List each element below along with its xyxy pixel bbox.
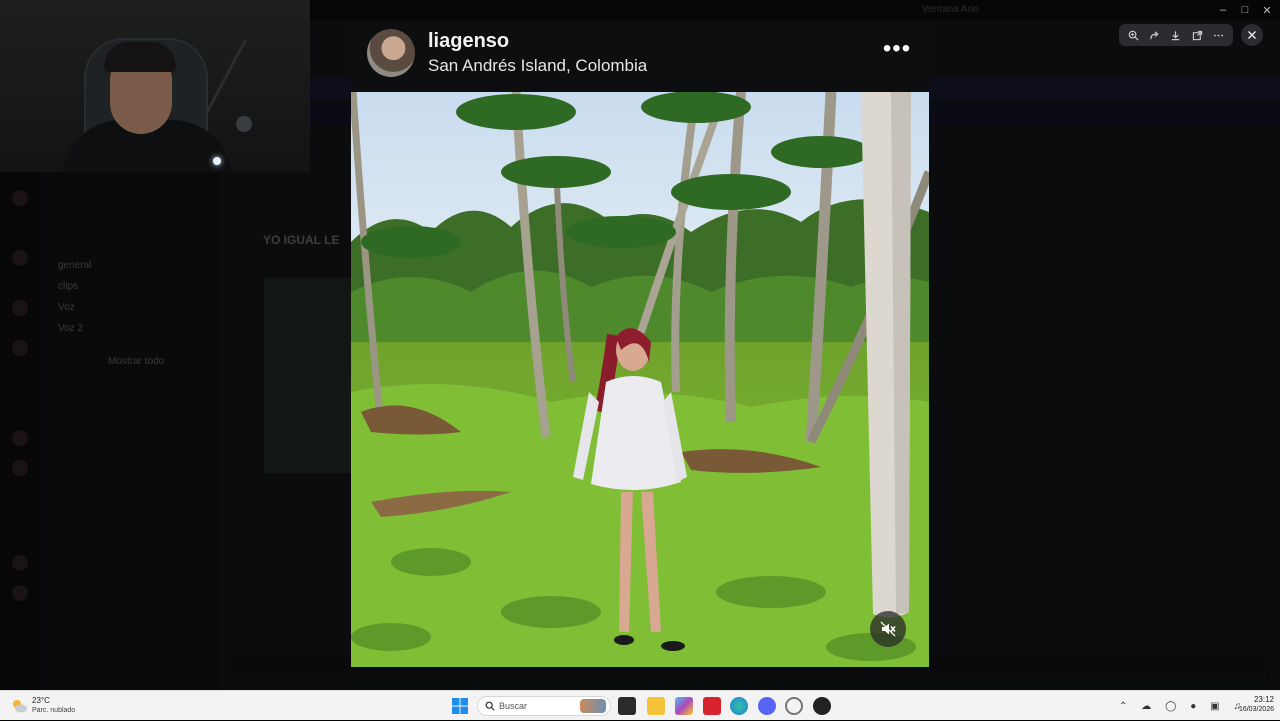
- download-icon[interactable]: [1168, 27, 1184, 43]
- weather-description: Parc. nublado: [32, 707, 76, 714]
- chat-heading: YO IGUAL LE: [263, 233, 340, 247]
- taskbar: 23°C Parc. nublado Buscar ⌃ ☁ ◯ ● ▣ ♫ 23…: [0, 690, 1280, 720]
- shield-icon[interactable]: ◯: [1165, 701, 1176, 712]
- zoom-in-icon[interactable]: [1126, 27, 1142, 43]
- office-icon[interactable]: [703, 697, 721, 715]
- edge-icon[interactable]: [730, 697, 748, 715]
- copilot-icon[interactable]: [675, 697, 693, 715]
- clock[interactable]: 23:12 16/03/2026: [1226, 695, 1274, 715]
- more-horizontal-icon[interactable]: •••: [880, 37, 914, 64]
- window-controls: – □ ✕: [1210, 2, 1280, 18]
- chevron-up-icon[interactable]: ⌃: [1119, 701, 1127, 712]
- channel-voice-2: Voz 2: [58, 323, 84, 334]
- network-icon[interactable]: ▣: [1210, 701, 1219, 712]
- show-all-link: Mostrar todo: [108, 356, 165, 367]
- weather-temperature: 23°C: [32, 696, 50, 705]
- channel-list: [40, 170, 220, 690]
- post-location[interactable]: San Andrés Island, Colombia: [428, 56, 647, 76]
- task-view-icon[interactable]: [618, 697, 636, 715]
- start-button[interactable]: [451, 697, 469, 715]
- volume-muted-icon: [880, 621, 896, 637]
- weather-widget[interactable]: 23°C Parc. nublado: [10, 694, 90, 718]
- share-icon[interactable]: [1147, 27, 1163, 43]
- channel-clips: clips: [58, 281, 79, 292]
- clock-time: 23:12: [1253, 695, 1274, 704]
- minimize-icon[interactable]: –: [1216, 3, 1230, 17]
- window-close-icon[interactable]: ✕: [1260, 3, 1274, 17]
- clock-date: 16/03/2026: [1238, 706, 1274, 713]
- open-external-icon[interactable]: [1189, 27, 1205, 43]
- onedrive-icon[interactable]: ☁: [1141, 701, 1151, 712]
- partly-cloudy-icon: [13, 700, 27, 713]
- channel-voice-1: Voz: [58, 302, 75, 313]
- background-title-bar: Ventana Ario: [310, 0, 1280, 20]
- avatar[interactable]: [367, 29, 415, 77]
- maximize-icon[interactable]: □: [1238, 3, 1252, 17]
- app-icon[interactable]: [785, 697, 803, 715]
- viewer-toolbar: [1119, 24, 1233, 46]
- microphone-icon[interactable]: ●: [1190, 701, 1196, 712]
- file-explorer-icon[interactable]: [647, 697, 665, 715]
- chat-image-thumb: [264, 278, 352, 473]
- taskbar-search[interactable]: Buscar: [477, 696, 611, 716]
- post-photo: [351, 92, 929, 667]
- obs-icon[interactable]: [813, 697, 831, 715]
- post-username[interactable]: liagenso: [428, 30, 509, 53]
- channel-general: general: [58, 260, 92, 271]
- close-icon: [1248, 31, 1256, 39]
- more-icon[interactable]: [1210, 27, 1226, 43]
- window-title: Ventana Ario: [922, 4, 979, 15]
- search-placeholder: Buscar: [499, 701, 528, 711]
- search-highlight-image: [580, 699, 606, 713]
- mute-button[interactable]: [870, 611, 906, 647]
- search-icon: [485, 701, 495, 711]
- discord-icon[interactable]: [758, 697, 776, 715]
- webcam-overlay: [0, 0, 310, 172]
- viewer-close-button[interactable]: [1241, 24, 1263, 46]
